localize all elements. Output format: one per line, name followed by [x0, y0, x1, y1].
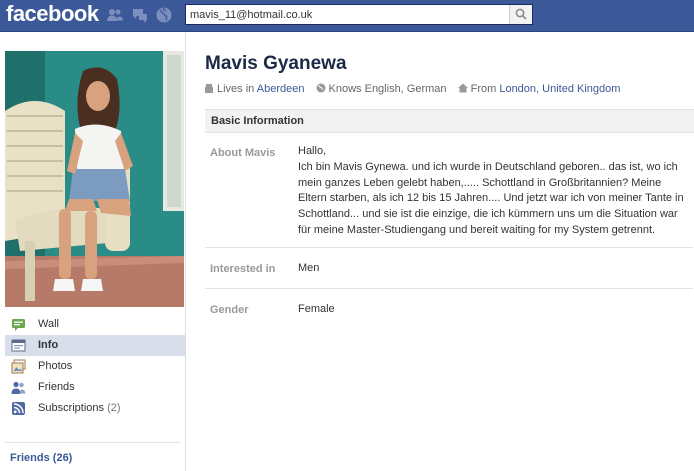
sidebar-item-label: Info — [38, 339, 59, 351]
languages-text: Knows English, German — [328, 83, 447, 95]
friend-requests-icon[interactable] — [106, 6, 124, 24]
house-icon — [205, 84, 213, 93]
sidebar-item-label: Friends — [38, 381, 75, 393]
facebook-logo[interactable]: facebook — [6, 1, 99, 27]
search-input[interactable] — [190, 7, 508, 23]
sidebar-item-info[interactable]: Info — [5, 335, 185, 356]
about-value: Hallo, Ich bin Mavis Gynewa. und ich wur… — [298, 145, 684, 236]
subscriptions-icon — [12, 402, 25, 415]
lives-in-prefix: Lives in — [217, 83, 255, 95]
sidebar-item-label: Wall — [38, 318, 59, 330]
from-country-link[interactable]: United Kingdom — [542, 83, 620, 95]
wall-icon — [12, 319, 25, 331]
row-divider — [205, 247, 693, 248]
profile-name: Mavis Gyanewa — [205, 53, 347, 74]
lives-in-link[interactable]: Aberdeen — [257, 83, 305, 95]
search-button[interactable] — [509, 5, 532, 24]
gender-label: Gender — [210, 304, 249, 316]
notifications-globe-icon[interactable] — [155, 6, 173, 24]
from-city-link[interactable]: London — [499, 83, 536, 95]
sidebar-item-label: Photos — [38, 360, 73, 372]
languages: Knows English, German — [316, 83, 450, 95]
home-icon — [457, 83, 468, 93]
basic-information-header: Basic Information — [205, 109, 694, 133]
profile-nav: Wall Info Photos Friends Subscriptions (… — [0, 314, 185, 419]
hometown: From London, United Kingdom — [457, 83, 620, 95]
friends-count-link[interactable]: Friends (26) — [10, 452, 72, 464]
sidebar-item-friends[interactable]: Friends — [5, 377, 185, 398]
divider — [5, 442, 180, 443]
left-column: Wall Info Photos Friends Subscriptions (… — [0, 32, 186, 471]
friends-icon — [11, 381, 26, 394]
lives-in: Lives in Aberdeen — [204, 83, 308, 95]
subscriptions-count: (2) — [107, 402, 121, 414]
from-prefix: From — [470, 83, 497, 95]
interested-in-label: Interested in — [210, 263, 276, 275]
sidebar-item-label: Subscriptions — [38, 402, 105, 414]
row-divider — [205, 288, 693, 289]
search-icon — [515, 8, 527, 20]
profile-summary: Lives in Aberdeen Knows English, German … — [204, 83, 628, 95]
info-icon — [11, 339, 26, 352]
section-title: Basic Information — [211, 115, 304, 127]
sidebar-item-wall[interactable]: Wall — [5, 314, 185, 335]
sidebar-item-photos[interactable]: Photos — [5, 356, 185, 377]
top-bar: facebook — [0, 0, 694, 32]
sidebar-item-subscriptions[interactable]: Subscriptions (2) — [5, 398, 185, 419]
interested-in-value: Men — [298, 262, 320, 274]
globe-icon — [316, 83, 326, 93]
photos-icon — [11, 359, 26, 374]
messages-icon[interactable] — [131, 6, 149, 24]
about-label: About Mavis — [210, 147, 276, 159]
search-box — [185, 4, 533, 25]
gender-value: Female — [298, 303, 335, 315]
profile-picture[interactable] — [5, 51, 184, 307]
